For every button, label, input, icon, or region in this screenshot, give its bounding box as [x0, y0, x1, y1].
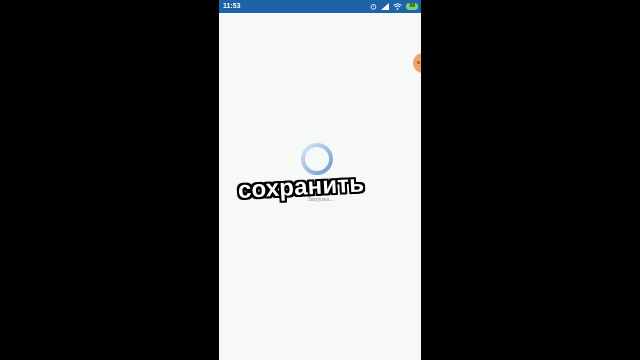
signal-icon	[381, 3, 390, 10]
side-tab-dot	[417, 61, 420, 64]
status-time: 11:53	[223, 3, 241, 10]
alarm-icon	[371, 3, 377, 10]
side-pull-tab[interactable]	[413, 53, 421, 73]
wifi-icon	[393, 3, 403, 10]
status-icons: 98	[370, 0, 418, 13]
status-bar: 11:53 98	[219, 0, 421, 13]
battery-indicator: 98	[406, 3, 418, 10]
loading-spinner-icon	[301, 143, 333, 175]
